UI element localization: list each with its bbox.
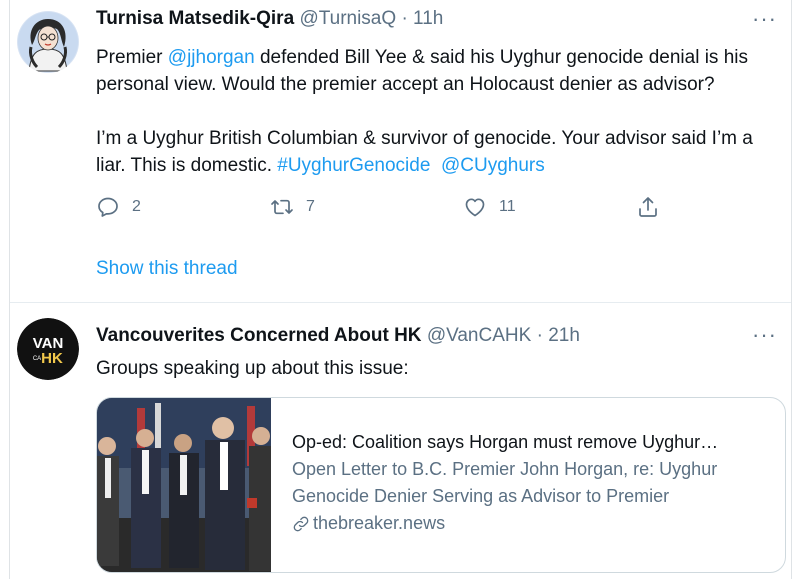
card-domain: thebreaker.news bbox=[292, 510, 777, 537]
display-name[interactable]: Vancouverites Concerned About HK bbox=[96, 325, 422, 346]
separator-dot: · bbox=[401, 8, 408, 29]
username[interactable]: @VanCAHK bbox=[427, 325, 531, 346]
avatar-logo-text: CA bbox=[33, 356, 41, 362]
link-icon bbox=[293, 516, 309, 531]
more-icon[interactable]: ··· bbox=[752, 8, 777, 30]
avatar[interactable] bbox=[17, 11, 79, 73]
tweet[interactable]: VAN CA HK Vancouverites Concerned About … bbox=[10, 304, 791, 579]
reply-button[interactable]: 2 bbox=[96, 195, 141, 219]
more-icon[interactable]: ··· bbox=[752, 324, 777, 346]
avatar[interactable]: VAN CA HK bbox=[17, 318, 79, 380]
link-card[interactable]: Op-ed: Coalition says Horgan must remove… bbox=[96, 397, 786, 573]
retweet-count: 7 bbox=[306, 198, 315, 215]
like-count: 11 bbox=[499, 198, 516, 215]
tweet-text: Groups speaking up about this issue: bbox=[96, 358, 409, 379]
show-thread-link[interactable]: Show this thread bbox=[96, 258, 238, 280]
card-description: Open Letter to B.C. Premier John Horgan,… bbox=[292, 459, 718, 506]
card-title: Op-ed: Coalition says Horgan must remove… bbox=[292, 432, 719, 452]
retweet-button[interactable]: 7 bbox=[270, 195, 315, 219]
tweet-actions: 2 7 11 bbox=[96, 195, 686, 221]
card-image[interactable] bbox=[97, 398, 271, 572]
share-button[interactable] bbox=[636, 195, 660, 219]
card-text[interactable]: Op-ed: Coalition says Horgan must remove… bbox=[292, 429, 777, 537]
avatar-logo-text: HK bbox=[41, 350, 63, 367]
card-domain-text: thebreaker.news bbox=[313, 513, 446, 533]
hashtag-link[interactable]: #UyghurGenocide bbox=[277, 155, 430, 176]
tweet-header: Vancouverites Concerned About HK @VanCAH… bbox=[96, 325, 580, 347]
timeline: Turnisa Matsedik-Qira @TurnisaQ · 11h ··… bbox=[9, 0, 792, 579]
like-button[interactable]: 11 bbox=[463, 195, 516, 219]
like-icon bbox=[465, 198, 485, 217]
tweet-header: Turnisa Matsedik-Qira @TurnisaQ · 11h bbox=[96, 8, 443, 30]
timestamp[interactable]: 21h bbox=[548, 325, 580, 346]
reply-count: 2 bbox=[132, 198, 141, 215]
tweet-text-segment: Premier bbox=[96, 47, 168, 68]
retweet-icon bbox=[271, 199, 293, 215]
username[interactable]: @TurnisaQ bbox=[299, 8, 396, 29]
timestamp[interactable]: 11h bbox=[413, 8, 443, 29]
mention-link[interactable]: @CUyghurs bbox=[441, 155, 545, 176]
tweet-text: Premier @jjhorgan defended Bill Yee & sa… bbox=[96, 44, 786, 179]
reply-icon bbox=[98, 197, 118, 217]
share-icon bbox=[639, 197, 657, 217]
display-name[interactable]: Turnisa Matsedik-Qira bbox=[96, 8, 294, 29]
tweet[interactable]: Turnisa Matsedik-Qira @TurnisaQ · 11h ··… bbox=[10, 0, 791, 303]
separator-dot: · bbox=[536, 325, 543, 346]
mention-link[interactable]: @jjhorgan bbox=[168, 47, 255, 68]
